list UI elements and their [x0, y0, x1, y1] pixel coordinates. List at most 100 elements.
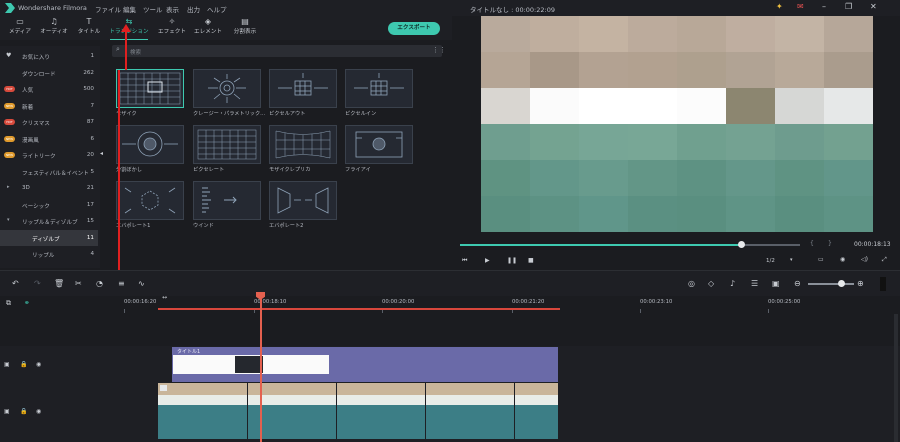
preview-scrub-handle[interactable] — [737, 241, 745, 248]
tab-title[interactable]: T タイトル — [74, 17, 104, 39]
menu-file[interactable]: ファイル — [95, 4, 121, 14]
transition-mosaic-replica[interactable] — [269, 125, 337, 164]
evaporate-1-preview-icon — [124, 187, 176, 214]
ruler-tick — [768, 309, 769, 313]
category-festival[interactable]: フェスティバル＆イベント 5 — [0, 164, 98, 181]
menu-view[interactable]: 表示 — [166, 4, 179, 14]
transition-label: 分割ぼかし — [116, 167, 142, 173]
transition-pixelate[interactable] — [193, 125, 261, 164]
track-header: ▣ 🔒 ◉ — [0, 346, 52, 383]
tab-element[interactable]: ◈ エレメント — [192, 17, 224, 39]
menu-edit[interactable]: 編集 — [123, 4, 136, 14]
restore-icon[interactable]: ❐ — [845, 2, 852, 11]
cut-icon[interactable]: ✂ — [75, 279, 82, 288]
tab-split-screen[interactable]: ▤ 分割表示 — [228, 17, 262, 39]
playhead-line[interactable] — [260, 292, 262, 442]
subtitle-icon[interactable]: ▣ — [772, 279, 780, 288]
eye-icon[interactable]: ◉ — [36, 361, 41, 368]
category-christmas[interactable]: HOT クリスマス 87 — [0, 114, 98, 131]
category-popular[interactable]: HOT 人気 500 — [0, 81, 98, 98]
tab-effect[interactable]: ✧ エフェクト — [156, 17, 188, 39]
transition-evaporate-2[interactable] — [269, 181, 337, 220]
transition-crazy-parametric[interactable] — [193, 69, 261, 108]
category-favorites[interactable]: ♥ お気に入り 1 — [0, 48, 98, 65]
panel-toggle[interactable] — [880, 277, 886, 291]
display-icon[interactable]: ▭ — [818, 256, 824, 263]
expand-arrow-icon[interactable]: ▸ — [7, 184, 10, 190]
transition-wind[interactable] — [193, 181, 261, 220]
transition-split-blur[interactable] — [116, 125, 184, 164]
preview-pixel-block — [824, 124, 873, 160]
prev-frame-icon[interactable]: ⏮ — [462, 257, 467, 265]
category-comic[interactable]: NEW 漫画風 6 — [0, 131, 98, 148]
category-downloads[interactable]: ダウンロード 262 — [0, 65, 98, 82]
menu-help[interactable]: ヘルプ — [207, 4, 227, 14]
tab-audio[interactable]: ♫ オーディオ — [38, 17, 70, 39]
play-icon[interactable]: ▶ — [485, 257, 490, 264]
mark-in-icon[interactable]: { — [810, 240, 814, 247]
audio-wave-icon[interactable]: ∿ — [138, 279, 145, 288]
collapse-sidebar-icon[interactable]: ◂ — [100, 150, 103, 157]
stop-icon[interactable]: ■ — [528, 257, 534, 264]
lock-icon[interactable]: 🔒 — [20, 408, 27, 415]
zoom-select[interactable]: 1/2 — [766, 258, 775, 264]
export-button[interactable]: エクスポート — [388, 22, 440, 35]
transition-evaporate-1[interactable] — [116, 181, 184, 220]
crazy-parametric-preview-icon — [208, 74, 246, 103]
transition-mosaic[interactable] — [116, 69, 184, 108]
add-track-icon[interactable]: ⧉ — [6, 299, 11, 308]
grid-view-icon[interactable]: ⋮⋮ — [432, 46, 446, 54]
category-label: 新着 — [22, 104, 34, 111]
mark-out-icon[interactable]: } — [828, 240, 832, 247]
marker-icon[interactable]: ◇ — [708, 279, 714, 288]
timeline-scrollbar[interactable] — [894, 314, 898, 442]
category-3d[interactable]: ▸ 3D 21 — [0, 180, 98, 197]
pause-icon[interactable]: ❚❚ — [507, 257, 517, 264]
chevron-down-icon[interactable]: ▾ — [790, 257, 793, 263]
fullscreen-icon[interactable]: ⤢ — [882, 256, 887, 264]
search-field[interactable]: ⌕ 検索 — [112, 45, 442, 57]
transition-fly-eye[interactable] — [345, 125, 413, 164]
zoom-in-icon[interactable]: ⊕ — [857, 279, 864, 288]
delete-icon[interactable]: 🗑 — [54, 279, 64, 288]
pixel-in-preview-icon — [354, 73, 404, 96]
timeline-ruler[interactable]: ⧉ ⚭ ↔ 00:00:16:20 00:00:18:10 00:00:20:0… — [0, 294, 900, 314]
menu-export[interactable]: 出力 — [187, 4, 200, 14]
zoom-slider[interactable] — [808, 283, 854, 285]
zoom-out-icon[interactable]: ⊖ — [794, 279, 801, 288]
mixer-icon[interactable]: ☰ — [751, 279, 758, 288]
category-ripple[interactable]: リップル 4 — [0, 246, 98, 263]
undo-icon[interactable]: ↶ — [12, 279, 19, 288]
tab-transition[interactable]: ⇆ トランジション — [108, 17, 150, 40]
minimize-icon[interactable]: – — [822, 2, 826, 11]
lock-icon[interactable]: 🔒 — [20, 361, 27, 368]
mail-icon[interactable]: ✉ — [797, 2, 804, 11]
category-basic[interactable]: ベーシック 17 — [0, 197, 98, 214]
category-dissolve[interactable]: ディゾルブ 11 — [0, 229, 98, 246]
transition-pixel-out[interactable] — [269, 69, 337, 108]
preview-video-frame[interactable] — [481, 16, 873, 232]
category-light-leak[interactable]: NEW ライトリーク 20 — [0, 147, 98, 164]
volume-icon[interactable]: ◁) — [861, 256, 868, 263]
video-clip[interactable] — [158, 383, 558, 439]
search-placeholder: 検索 — [130, 50, 142, 56]
link-icon[interactable]: ⚭ — [24, 299, 30, 307]
bulb-icon[interactable]: ✦ — [776, 2, 783, 11]
snap-icon[interactable]: ↔ — [162, 294, 167, 301]
render-icon[interactable]: ◎ — [688, 279, 695, 288]
close-icon[interactable]: ✕ — [870, 2, 877, 11]
transition-pixel-in[interactable] — [345, 69, 413, 108]
zoom-slider-handle[interactable] — [838, 280, 845, 287]
redo-icon[interactable]: ↷ — [34, 279, 41, 288]
category-new[interactable]: NEW 新着 7 — [0, 98, 98, 115]
snapshot-icon[interactable]: ◉ — [840, 256, 845, 263]
speed-icon[interactable]: ◔ — [96, 279, 103, 288]
menu-tools[interactable]: ツール — [143, 4, 163, 14]
preview-pixel-block — [824, 196, 873, 232]
adjust-icon[interactable]: ≡ — [118, 279, 125, 288]
tab-media[interactable]: ▭ メディア — [4, 17, 36, 39]
mic-icon[interactable]: ♪ — [730, 279, 735, 288]
eye-icon[interactable]: ◉ — [36, 408, 41, 415]
category-ripple-dissolve[interactable]: ▾ リップル＆ディゾルブ 15 — [0, 213, 98, 230]
collapse-arrow-icon[interactable]: ▾ — [7, 217, 10, 223]
